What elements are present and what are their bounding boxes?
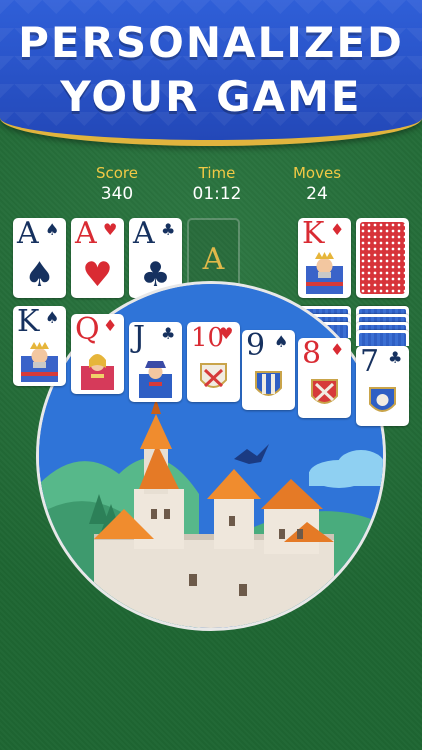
headline-line1: PERSONALIZED [18, 18, 404, 67]
spade-icon: ♠ [45, 220, 60, 239]
queen-portrait-icon [81, 354, 114, 390]
card-back-pattern [360, 222, 405, 294]
card-rank: A [17, 218, 39, 251]
crest-icon [200, 363, 227, 388]
club-icon: ♣ [161, 324, 176, 343]
card-rank: K [17, 306, 40, 339]
headline-line2: YOUR GAME [60, 72, 362, 121]
crest-icon [369, 387, 396, 412]
club-icon: ♣ [161, 220, 176, 239]
time-label: Time [198, 164, 236, 182]
spade-icon: ♠ [274, 332, 289, 351]
tableau-eight-diamonds[interactable]: 8 ♦ [298, 338, 351, 418]
heart-icon: ♥ [219, 324, 234, 343]
score-label: Score [95, 164, 138, 182]
card-rank: A [133, 218, 155, 251]
king-portrait-icon [306, 252, 343, 294]
heart-icon: ♥ [82, 255, 113, 295]
tableau-nine-spades[interactable]: 9 ♠ [242, 330, 295, 410]
moves-stat: Moves 24 [272, 164, 362, 204]
card-rank: 8 [302, 338, 322, 371]
card-rank: Q [75, 314, 100, 347]
spade-icon: ♠ [45, 308, 60, 327]
tableau-seven-clubs[interactable]: 7 ♣ [356, 346, 409, 426]
crest-icon [311, 379, 338, 404]
tableau-jack-clubs[interactable]: J ♣ [129, 322, 182, 402]
diamond-icon: ♦ [103, 316, 118, 335]
card-rank: A [75, 218, 97, 251]
time-value: 01:12 [192, 184, 242, 204]
crest-icon [255, 371, 282, 396]
score-value: 340 [100, 184, 134, 204]
tableau-king-spades[interactable]: K ♠ [13, 306, 66, 386]
heart-icon: ♥ [103, 220, 118, 239]
slot-placeholder-rank: A [202, 242, 225, 277]
tableau-ten-hearts[interactable]: 10 ♥ [187, 322, 240, 402]
tableau-facedown-card [356, 330, 409, 346]
stock-pile[interactable] [356, 218, 409, 298]
jack-portrait-icon [139, 361, 172, 398]
moves-value: 24 [306, 184, 328, 204]
tableau-queen-diamonds[interactable]: Q ♦ [71, 314, 124, 394]
card-rank: 9 [246, 330, 266, 363]
card-rank: J [133, 322, 146, 355]
club-icon: ♣ [388, 348, 403, 367]
card-rank: K [302, 218, 325, 251]
score-stat: Score 340 [72, 164, 162, 204]
card-rank: 7 [360, 346, 380, 379]
diamond-icon: ♦ [330, 220, 345, 239]
foundation-heart-card[interactable]: A ♥ ♥ [71, 218, 124, 298]
spade-icon: ♠ [24, 255, 55, 295]
diamond-icon: ♦ [330, 340, 345, 359]
time-stat: Time 01:12 [172, 164, 262, 204]
moves-label: Moves [292, 164, 342, 182]
waste-king-card[interactable]: K ♦ [298, 218, 351, 298]
foundation-spade-card[interactable]: A ♠ ♠ [13, 218, 66, 298]
king-portrait-icon [21, 342, 58, 382]
